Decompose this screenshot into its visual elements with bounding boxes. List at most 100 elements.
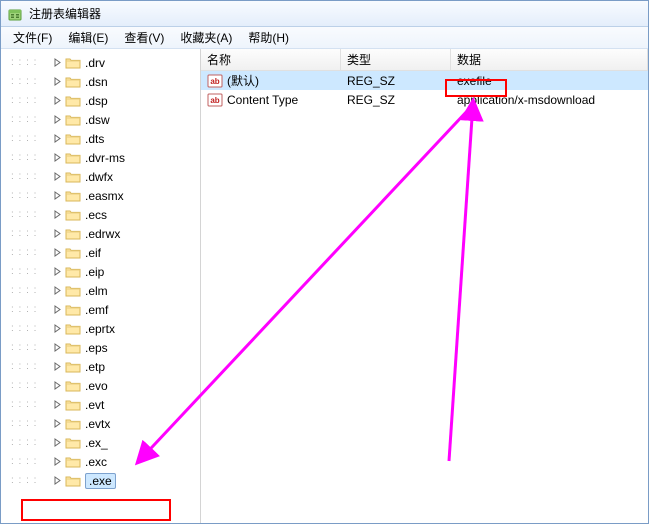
expander-icon[interactable] [51,76,63,88]
menu-file[interactable]: 文件(F) [5,27,60,48]
tree-guides: : : : : [11,171,51,182]
folder-icon [65,132,81,146]
expander-icon[interactable] [51,152,63,164]
tree-guides: : : : : [11,418,51,429]
tree-guides: : : : : [11,437,51,448]
expander-icon[interactable] [51,114,63,126]
folder-icon [65,208,81,222]
tree-guides: : : : : [11,380,51,391]
expander-icon[interactable] [51,475,63,487]
tree-node-label: .dwfx [85,170,113,184]
tree-node-label: .eprtx [85,322,115,336]
expander-icon[interactable] [51,456,63,468]
tree-node[interactable]: : : : :.exc [1,452,200,471]
tree-node[interactable]: : : : :.dvr-ms [1,148,200,167]
menu-help[interactable]: 帮助(H) [240,27,297,48]
expander-icon[interactable] [51,399,63,411]
tree-guides: : : : : [11,247,51,258]
list-pane: 名称 类型 数据 ab(默认)REG_SZexefileabContent Ty… [201,49,648,523]
tree-node-label: .ecs [85,208,107,222]
folder-icon [65,56,81,70]
value-name: Content Type [227,93,298,107]
tree-node-label: .edrwx [85,227,120,241]
tree-node[interactable]: : : : :.edrwx [1,224,200,243]
expander-icon[interactable] [51,342,63,354]
folder-icon [65,455,81,469]
menu-view[interactable]: 查看(V) [116,27,172,48]
expander-icon[interactable] [51,171,63,183]
folder-icon [65,474,81,488]
tree-node[interactable]: : : : :.dsn [1,72,200,91]
tree-node-label: .easmx [85,189,124,203]
folder-icon [65,227,81,241]
tree-node[interactable]: : : : :.emf [1,300,200,319]
tree-pane[interactable]: : : : :.drv: : : :.dsn: : : :.dsp: : : :… [1,49,201,523]
tree-node[interactable]: : : : :.eip [1,262,200,281]
expander-icon[interactable] [51,266,63,278]
tree-node[interactable]: : : : : .easmx [1,186,200,205]
tree-node-label: .drv [85,56,105,70]
tree-guides: : : : : [11,342,51,353]
tree-guides: : : : : [11,133,51,144]
tree-node[interactable]: : : : :.ecs [1,205,200,224]
menu-favorites[interactable]: 收藏夹(A) [172,27,240,48]
expander-icon[interactable] [51,57,63,69]
tree-node-label: .elm [85,284,108,298]
titlebar: 注册表编辑器 [1,1,648,27]
tree-node[interactable]: : : : : .dwfx [1,167,200,186]
expander-icon[interactable] [51,190,63,202]
tree-node-label: .dsw [85,113,110,127]
expander-icon[interactable] [51,133,63,145]
folder-icon [65,284,81,298]
expander-icon[interactable] [51,437,63,449]
regedit-window: 注册表编辑器 文件(F) 编辑(E) 查看(V) 收藏夹(A) 帮助(H) : … [0,0,649,524]
tree-node[interactable]: : : : :.dts [1,129,200,148]
expander-icon[interactable] [51,418,63,430]
tree-guides: : : : : [11,95,51,106]
expander-icon[interactable] [51,209,63,221]
tree-node[interactable]: : : : :.exe [1,471,200,490]
cell-data: exefile [451,71,648,90]
tree-node[interactable]: : : : :.dsp [1,91,200,110]
expander-icon[interactable] [51,304,63,316]
tree-node[interactable]: : : : :.eps [1,338,200,357]
expander-icon[interactable] [51,95,63,107]
expander-icon[interactable] [51,361,63,373]
folder-icon [65,189,81,203]
menubar: 文件(F) 编辑(E) 查看(V) 收藏夹(A) 帮助(H) [1,27,648,49]
tree-node-label: .dsn [85,75,108,89]
tree-node[interactable]: : : : :.elm [1,281,200,300]
column-name[interactable]: 名称 [201,49,341,70]
list-row[interactable]: abContent TypeREG_SZapplication/x-msdown… [201,90,648,109]
menu-edit[interactable]: 编辑(E) [60,27,116,48]
expander-icon[interactable] [51,285,63,297]
tree-node[interactable]: : : : : .ex_ [1,433,200,452]
list-row[interactable]: ab(默认)REG_SZexefile [201,71,648,90]
expander-icon[interactable] [51,323,63,335]
expander-icon[interactable] [51,380,63,392]
tree-node[interactable]: : : : :.eif [1,243,200,262]
folder-icon [65,322,81,336]
tree-node[interactable]: : : : : .evtx [1,414,200,433]
tree-node[interactable]: : : : : .eprtx [1,319,200,338]
tree-guides: : : : : [11,323,51,334]
tree-node-label: .evtx [85,417,110,431]
column-type[interactable]: 类型 [341,49,451,70]
expander-icon[interactable] [51,228,63,240]
expander-icon[interactable] [51,247,63,259]
tree-node[interactable]: : : : :.etp [1,357,200,376]
tree-node[interactable]: : : : :.evo [1,376,200,395]
cell-type: REG_SZ [341,90,451,109]
tree-node[interactable]: : : : :.drv [1,53,200,72]
value-name: (默认) [227,72,259,89]
svg-text:ab: ab [210,77,219,86]
tree-node[interactable]: : : : :.dsw [1,110,200,129]
list-body[interactable]: ab(默认)REG_SZexefileabContent TypeREG_SZa… [201,71,648,523]
column-data[interactable]: 数据 [451,49,648,70]
tree-node-label: .ex_ [85,436,108,450]
tree-guides: : : : : [11,152,51,163]
folder-icon [65,379,81,393]
tree-node[interactable]: : : : :.evt [1,395,200,414]
cell-data: application/x-msdownload [451,90,648,109]
tree-guides: : : : : [11,190,51,201]
